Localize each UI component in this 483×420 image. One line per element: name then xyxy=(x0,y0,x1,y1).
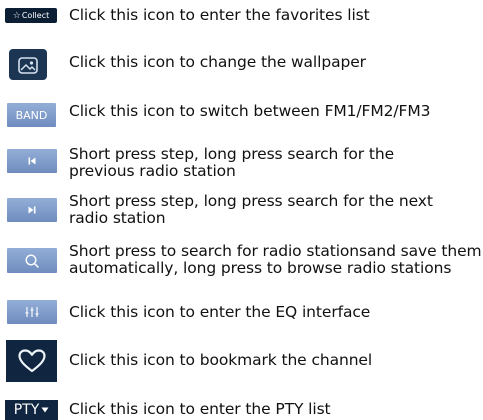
search-description-line1: Short press to search for radio stations… xyxy=(69,242,482,260)
collect-description: Click this icon to enter the favorites l… xyxy=(69,6,370,24)
dropdown-arrow-icon xyxy=(41,407,49,413)
star-icon: ☆ xyxy=(12,10,21,21)
eq-button[interactable] xyxy=(7,300,57,324)
pty-icon: PTY xyxy=(13,402,40,418)
bookmark-description: Click this icon to bookmark the channel xyxy=(69,351,373,369)
wallpaper-button[interactable] xyxy=(9,49,47,80)
band-button[interactable]: BAND xyxy=(7,103,56,127)
next-station-button[interactable] xyxy=(7,198,57,222)
collect-button[interactable]: ☆ Collect xyxy=(5,8,57,23)
wallpaper-icon xyxy=(18,56,38,74)
next-description-line2: radio station xyxy=(69,209,166,227)
next-description-line1: Short press step, long press search for … xyxy=(69,192,433,210)
next-track-icon xyxy=(28,206,36,214)
eq-description: Click this icon to enter the EQ interfac… xyxy=(69,303,371,321)
band-description: Click this icon to switch between FM1/FM… xyxy=(69,102,431,120)
bookmark-button[interactable] xyxy=(6,340,57,382)
band-icon: BAND xyxy=(15,108,48,122)
wallpaper-description: Click this icon to change the wallpaper xyxy=(69,53,366,71)
pty-button[interactable]: PTY xyxy=(5,400,58,420)
heart-icon xyxy=(17,349,46,373)
previous-description-line2: previous radio station xyxy=(69,162,236,180)
previous-description-line1: Short press step, long press search for … xyxy=(69,145,395,163)
search-description-line2: automatically, long press to browse radi… xyxy=(69,259,452,277)
search-button[interactable] xyxy=(7,248,57,273)
search-icon xyxy=(25,253,39,268)
previous-track-icon xyxy=(28,157,36,165)
pty-description: Click this icon to enter the PTY list xyxy=(69,400,331,418)
collect-label: Collect xyxy=(21,11,50,20)
equalizer-icon xyxy=(25,307,39,317)
previous-station-button[interactable] xyxy=(7,149,57,173)
